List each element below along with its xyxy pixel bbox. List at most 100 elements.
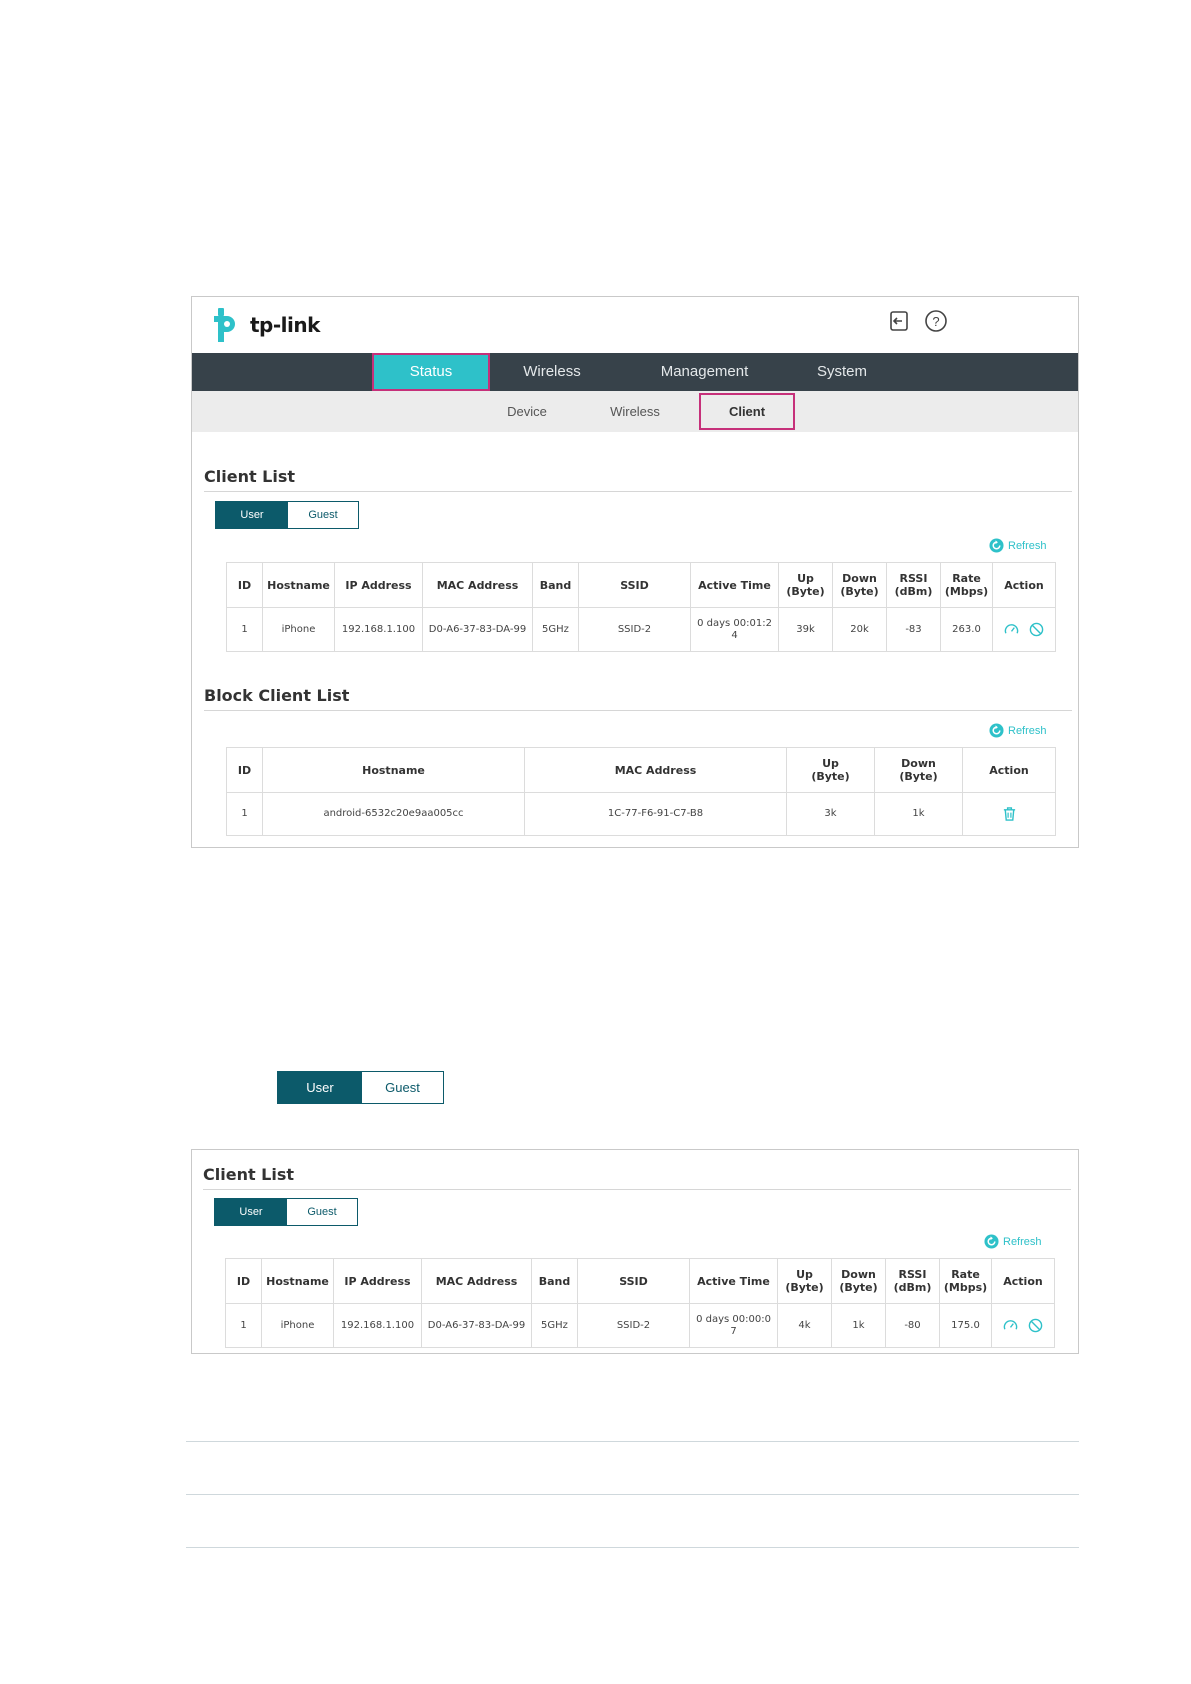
client-list-title: Client List [203,1165,295,1184]
cell-up: 39k [778,607,833,652]
cell-action [991,1303,1055,1348]
tab-management[interactable]: Management [632,353,777,391]
cell-down: 1k [831,1303,886,1348]
col-active-time: Active Time [690,562,779,608]
cell-id: 1 [225,1303,262,1348]
col-up: Up (Byte) [778,562,833,608]
block-client-list-title: Block Client List [204,686,350,705]
cell-action [962,792,1056,836]
divider [203,1189,1071,1190]
web-ui-screenshot-guest-client-list: Client List User Guest Refresh ID Hostna… [191,1149,1079,1354]
cell-ssid: SSID-2 [578,607,691,652]
cell-ssid: SSID-2 [577,1303,690,1348]
speed-limit-icon[interactable] [1004,622,1019,637]
col-hostname: Hostname [262,747,525,793]
cell-mac: 1C-77-F6-91-C7-B8 [524,792,787,836]
sub-navigation: Device Wireless Client [192,391,1078,432]
col-hostname: Hostname [262,562,335,608]
tab-wireless[interactable]: Wireless [497,353,607,391]
col-id: ID [226,562,263,608]
tab-status[interactable]: Status [372,353,490,391]
col-mac-address: MAC Address [524,747,787,793]
speed-limit-icon[interactable] [1003,1318,1018,1333]
user-tab[interactable]: User [216,502,288,528]
cell-action [992,607,1056,652]
refresh-button[interactable]: Refresh [989,538,1047,553]
user-tab[interactable]: User [215,1199,287,1225]
user-guest-tabs-large: User Guest [277,1071,444,1104]
col-ssid: SSID [577,1258,690,1304]
help-icon[interactable]: ? [924,309,948,333]
divider [204,710,1072,711]
subtab-device[interactable]: Device [482,391,572,432]
block-refresh-button[interactable]: Refresh [989,723,1047,738]
cell-hostname: iPhone [262,607,335,652]
user-guest-tabs: User Guest [214,1198,358,1226]
col-ip-address: IP Address [333,1258,422,1304]
web-ui-screenshot-client-status: tp-link ? Status Wireless Management Sys… [191,296,1079,848]
cell-id: 1 [226,792,263,836]
col-rate: Rate (Mbps) [940,562,993,608]
cell-rssi: -83 [886,607,941,652]
col-rssi: RSSI (dBm) [885,1258,940,1304]
table-row: 1 iPhone 192.168.1.100 D0-A6-37-83-DA-99… [225,1303,1055,1348]
svg-text:?: ? [932,314,939,329]
guest-tab[interactable]: Guest [287,1199,357,1225]
col-up: Up (Byte) [777,1258,832,1304]
cell-up: 4k [777,1303,832,1348]
table-rule [186,1547,1079,1548]
col-active-time: Active Time [689,1258,778,1304]
cell-rate: 263.0 [940,607,993,652]
top-navigation: Status Wireless Management System [192,353,1078,391]
subtab-client[interactable]: Client [699,393,795,430]
col-up: Up (Byte) [786,747,875,793]
subtab-wireless[interactable]: Wireless [590,391,680,432]
col-down: Down (Byte) [831,1258,886,1304]
tp-link-logo-icon [214,308,235,342]
cell-mac: D0-A6-37-83-DA-99 [421,1303,532,1348]
user-guest-tabs: User Guest [215,501,359,529]
tab-system[interactable]: System [787,353,897,391]
guest-tab[interactable]: Guest [362,1072,443,1103]
block-client-table: ID Hostname MAC Address Up (Byte) Down (… [226,747,1056,836]
refresh-label: Refresh [1003,1235,1042,1248]
col-ip-address: IP Address [334,562,423,608]
cell-up: 3k [786,792,875,836]
cell-down: 20k [832,607,887,652]
cell-hostname: android-6532c20e9aa005cc [262,792,525,836]
col-down: Down (Byte) [874,747,963,793]
guest-tab[interactable]: Guest [288,502,358,528]
cell-rssi: -80 [885,1303,940,1348]
client-table: ID Hostname IP Address MAC Address Band … [226,562,1056,652]
logo-text: tp-link [250,313,320,337]
table-row: 1 android-6532c20e9aa005cc 1C-77-F6-91-C… [226,792,1056,836]
logout-icon[interactable] [887,309,911,333]
user-tab[interactable]: User [278,1072,362,1103]
col-mac-address: MAC Address [422,562,533,608]
cell-down: 1k [874,792,963,836]
block-icon[interactable] [1029,622,1044,637]
col-band: Band [531,1258,578,1304]
refresh-icon [984,1234,999,1249]
client-list-title: Client List [204,467,296,486]
refresh-label: Refresh [1008,539,1047,552]
refresh-button[interactable]: Refresh [984,1234,1042,1249]
header-bar: tp-link ? [192,297,1078,353]
col-action: Action [991,1258,1055,1304]
cell-active-time: 0 days 00:00:0 7 [689,1303,778,1348]
cell-mac: D0-A6-37-83-DA-99 [422,607,533,652]
refresh-icon [989,538,1004,553]
cell-band: 5GHz [531,1303,578,1348]
cell-ip: 192.168.1.100 [334,607,423,652]
cell-active-time: 0 days 00:01:2 4 [690,607,779,652]
cell-band: 5GHz [532,607,579,652]
block-icon[interactable] [1028,1318,1043,1333]
delete-icon[interactable] [1002,806,1017,822]
tp-link-logo: tp-link [208,305,320,345]
col-action: Action [962,747,1056,793]
col-action: Action [992,562,1056,608]
col-ssid: SSID [578,562,691,608]
table-row: 1 iPhone 192.168.1.100 D0-A6-37-83-DA-99… [226,607,1056,652]
client-table: ID Hostname IP Address MAC Address Band … [225,1258,1055,1348]
col-hostname: Hostname [261,1258,334,1304]
